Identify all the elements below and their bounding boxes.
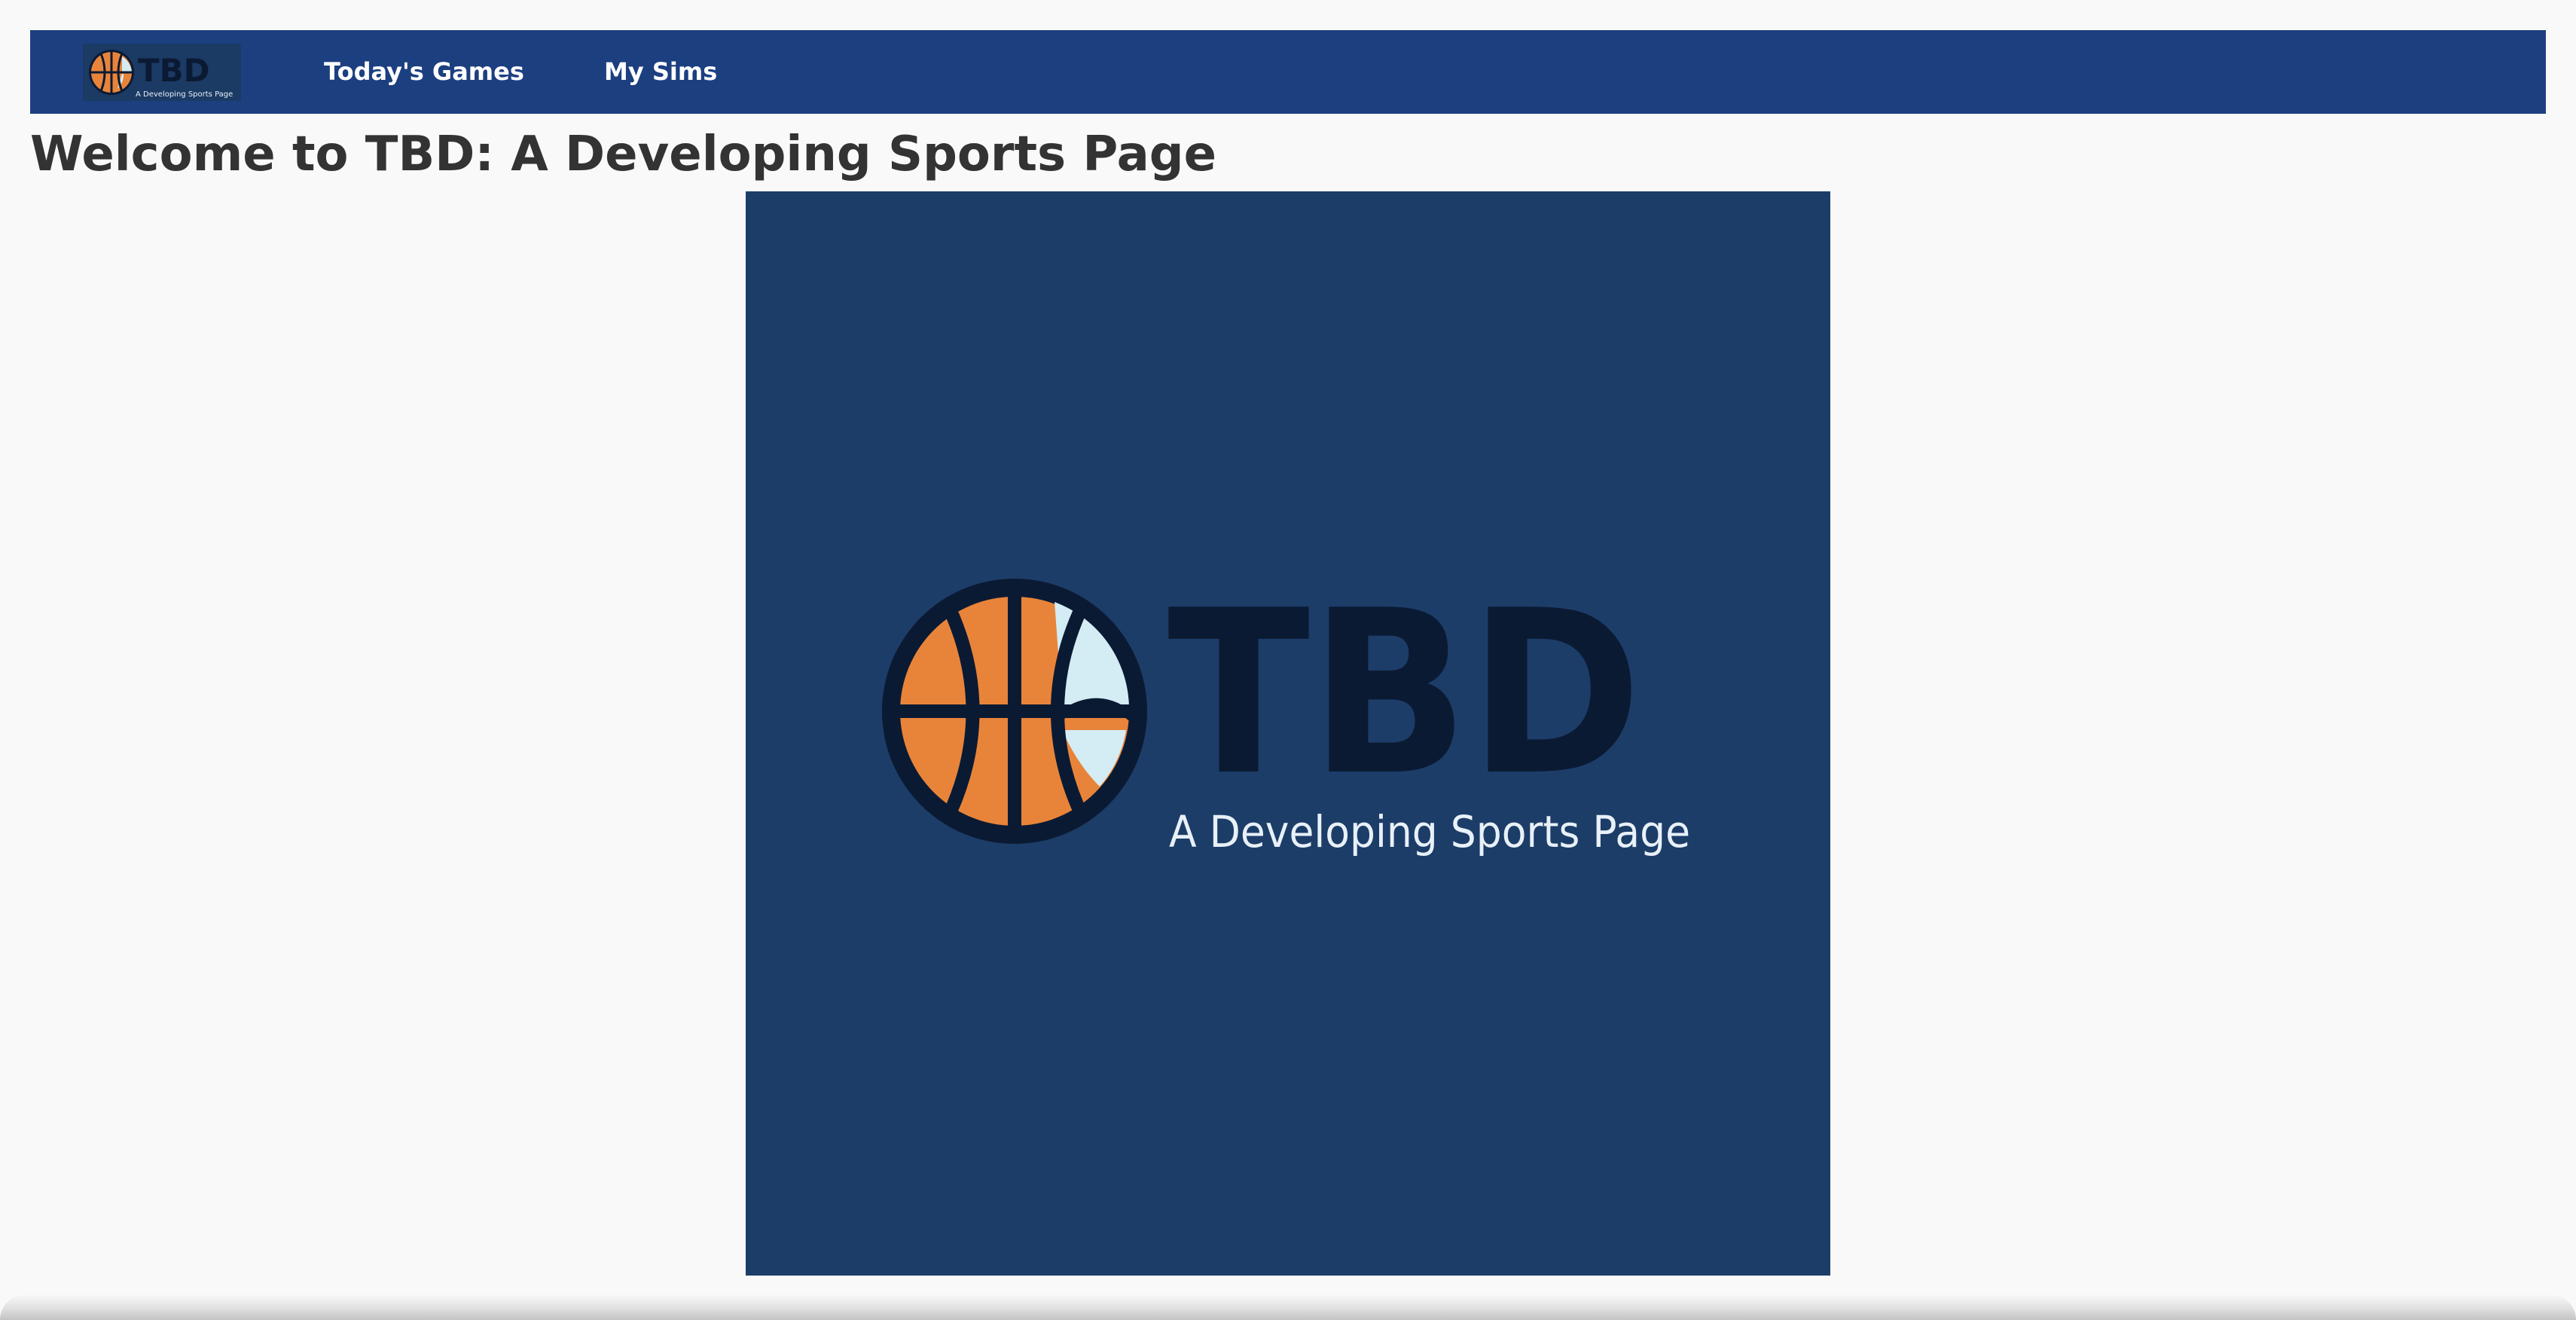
hero-logo-graphic: TBD A Developing Sports Page (882, 562, 1690, 857)
hero-tagline: A Developing Sports Page (1169, 806, 1690, 857)
top-navbar: TBD A Developing Sports Page Today's Gam… (30, 30, 2546, 114)
page: TBD A Developing Sports Page Today's Gam… (0, 0, 2576, 1320)
hero-wordmark: TBD (1167, 562, 1642, 825)
page-title: Welcome to TBD: A Developing Sports Page (30, 127, 1216, 182)
hero-logo-image: TBD A Developing Sports Page (746, 191, 1830, 1276)
svg-text:A Developing Sports Page: A Developing Sports Page (136, 90, 233, 99)
basketball-icon (882, 579, 1147, 844)
svg-text:TBD: TBD (138, 52, 210, 89)
bottom-edge-shadow (0, 1294, 2576, 1320)
basketball-logo-icon: TBD A Developing Sports Page (89, 50, 233, 99)
nav-link-my-sims[interactable]: My Sims (604, 30, 717, 114)
site-logo[interactable]: TBD A Developing Sports Page (83, 44, 241, 101)
nav-link-todays-games[interactable]: Today's Games (324, 30, 524, 114)
